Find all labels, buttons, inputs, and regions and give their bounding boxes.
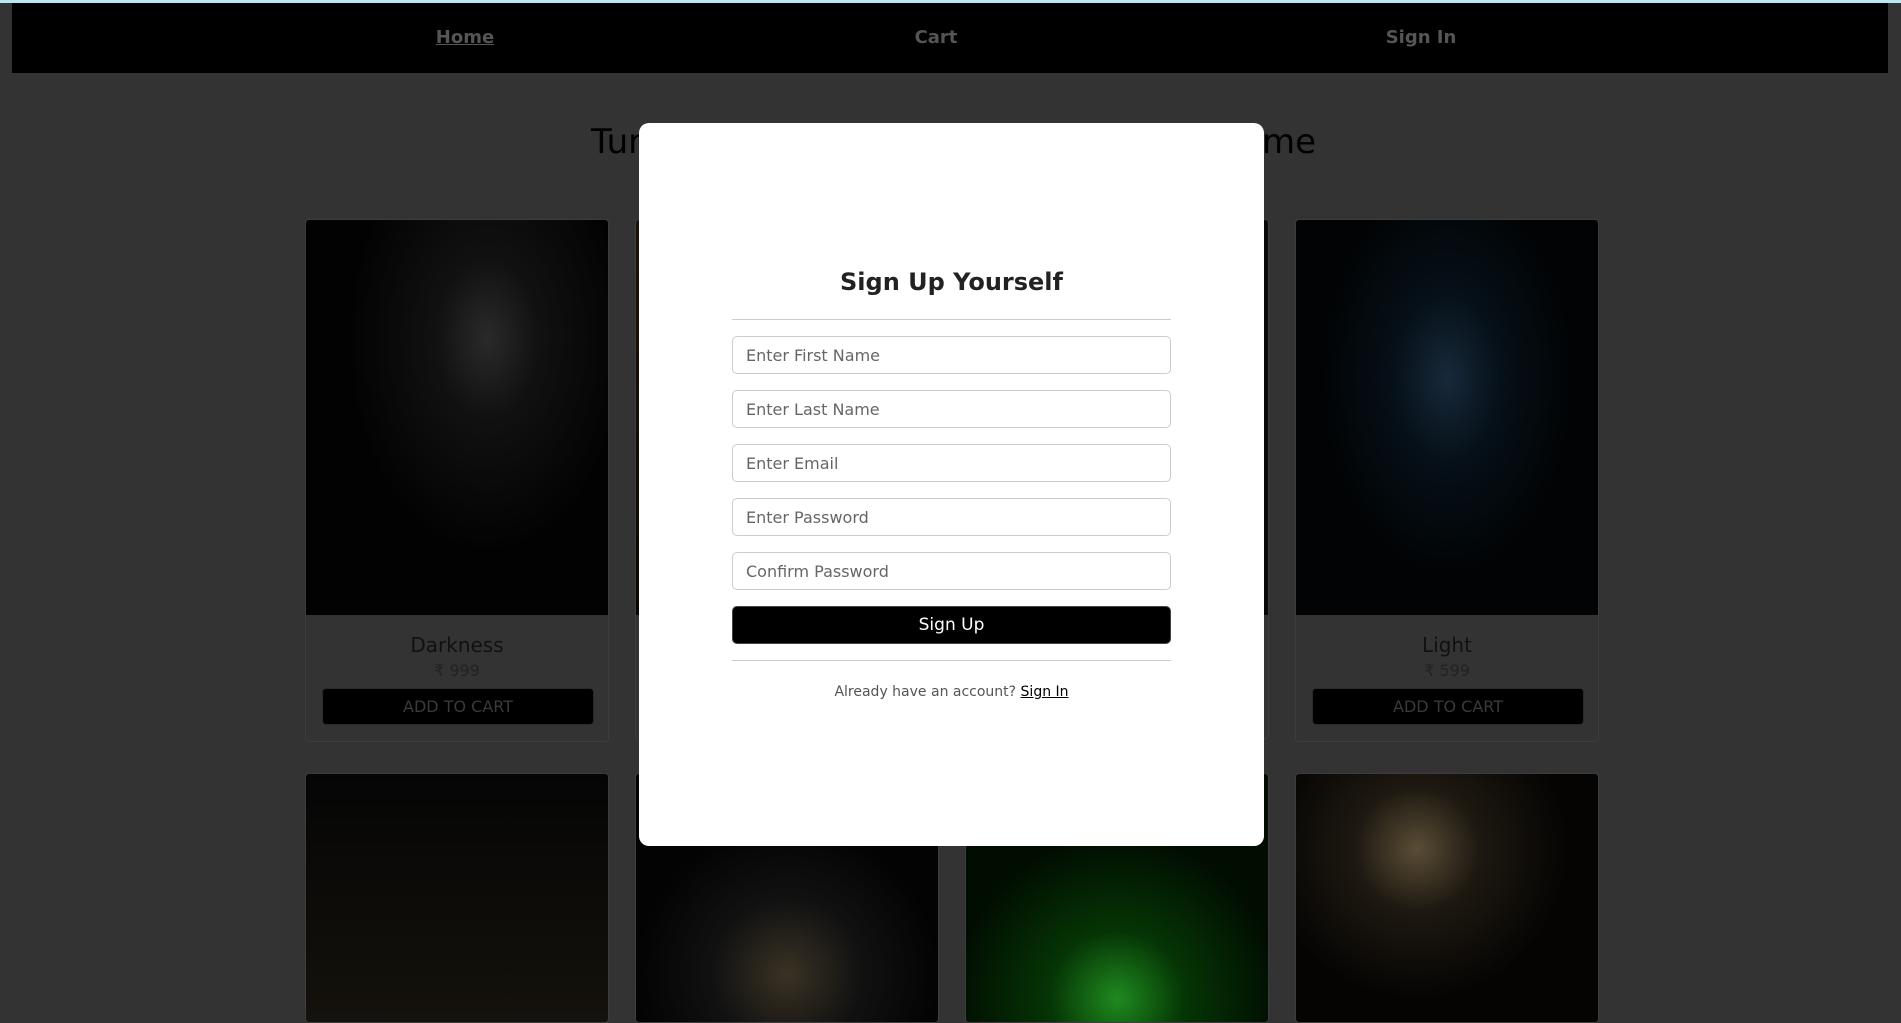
signup-modal: Sign Up Yourself Sign Up Already have an… (639, 123, 1264, 846)
product-name: Light (1422, 633, 1472, 657)
nav-home[interactable]: Home (436, 27, 494, 48)
last-name-input[interactable] (732, 390, 1171, 428)
product-card (305, 773, 609, 1023)
product-card: Light ₹ 599 ADD TO CART (1295, 219, 1599, 742)
signin-prompt: Already have an account? Sign In (639, 684, 1264, 700)
sign-in-link[interactable]: Sign In (1021, 684, 1069, 700)
add-to-cart-button[interactable]: ADD TO CART (322, 688, 594, 725)
nav-cart[interactable]: Cart (915, 27, 958, 48)
product-card: Darkness ₹ 999 ADD TO CART (305, 219, 609, 742)
product-price: ₹ 599 (1424, 661, 1470, 680)
first-name-input[interactable] (732, 336, 1171, 374)
page-title-start: Tur (591, 122, 643, 162)
add-to-cart-button[interactable]: ADD TO CART (1312, 688, 1584, 725)
product-image (1296, 774, 1598, 1022)
divider (732, 660, 1171, 661)
product-image (1296, 220, 1598, 615)
modal-title: Sign Up Yourself (840, 268, 1063, 296)
email-input[interactable] (732, 444, 1171, 482)
divider (732, 319, 1171, 320)
confirm-password-input[interactable] (732, 552, 1171, 590)
product-name: Darkness (410, 633, 504, 657)
page-title-end: me (1262, 122, 1317, 162)
signin-prompt-text: Already have an account? (834, 684, 1017, 700)
product-card (1295, 773, 1599, 1023)
sign-up-button[interactable]: Sign Up (732, 606, 1171, 644)
navbar: Home Cart Sign In (12, 3, 1888, 73)
password-input[interactable] (732, 498, 1171, 536)
product-price: ₹ 999 (434, 661, 480, 680)
nav-sign-in[interactable]: Sign In (1386, 27, 1457, 48)
product-image (306, 774, 608, 1022)
product-image (306, 220, 608, 615)
